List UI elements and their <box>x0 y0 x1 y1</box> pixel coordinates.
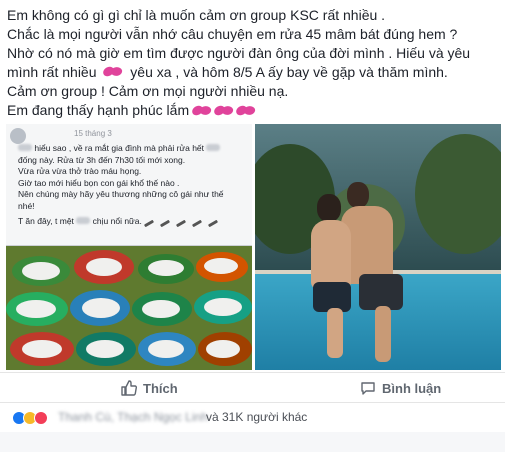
divider <box>0 402 505 403</box>
embedded-post-date: 15 tháng 3 <box>74 129 112 138</box>
kiss-emoji-icon <box>191 105 213 117</box>
like-button[interactable]: Thích <box>121 376 178 400</box>
blurred-word <box>206 144 221 151</box>
photo-couple-pool[interactable] <box>255 124 501 370</box>
embedded-line: hiểu sao , về ra mắt gia đình mà phải rử… <box>34 143 205 153</box>
blurred-name <box>18 144 32 151</box>
knife-icon <box>159 219 171 228</box>
knife-icon <box>175 219 187 228</box>
knife-emoji-row <box>48 219 248 232</box>
comment-label: Bình luận <box>382 380 442 396</box>
post-action-bar: Thích Bình luận <box>0 372 505 402</box>
reactions-summary[interactable]: Thanh Cù, Thạch Ngọc Linh và 31K người k… <box>0 402 505 452</box>
post-message: Em không có gì gì chỉ là muốn cảm ơn gro… <box>7 6 499 121</box>
reactions-background <box>0 432 505 452</box>
post-line: Cảm ơn group ! Cảm ơn mọi người nhiều nạ… <box>7 83 289 99</box>
dish-stack <box>86 340 124 358</box>
kiss-emoji-group <box>193 102 255 121</box>
avatar <box>10 128 26 144</box>
post-line: Em đang thấy hạnh phúc lắm <box>7 101 499 121</box>
post-line: Nhờ có nó mà giờ em tìm được người đàn ô… <box>7 45 471 61</box>
person-torso <box>311 220 351 290</box>
embedded-post-screenshot: 15 tháng 3 hiểu sao , về ra mắt gia đình… <box>6 124 252 246</box>
dish-stack <box>16 300 56 318</box>
dish-stack <box>22 262 60 280</box>
embedded-line: đống này. Rửa từ 3h đến 7h30 tối mới xon… <box>18 154 186 165</box>
photo-dishes[interactable]: 15 tháng 3 hiểu sao , về ra mắt gia đình… <box>6 124 252 370</box>
dish-stack <box>86 258 122 276</box>
dish-stack <box>204 298 242 316</box>
embedded-line: Giờ tao mới hiểu bọn con gái khổ thế nào… <box>18 177 180 188</box>
embedded-post-text: hiểu sao , về ra mắt gia đình mà phải rử… <box>18 143 248 228</box>
swim-shorts <box>359 274 403 310</box>
dish-basins-scene <box>6 246 252 370</box>
comment-icon <box>361 382 375 395</box>
dish-stack <box>206 340 240 358</box>
dish-stack <box>22 340 62 358</box>
thumbs-up-icon <box>121 380 137 396</box>
person-head <box>347 182 369 208</box>
embedded-line: nhé! <box>18 200 35 211</box>
knife-icon <box>207 219 219 228</box>
dish-stack <box>148 260 184 276</box>
embedded-line: Nên chúng mày hãy yêu thương những cô gá… <box>18 189 224 199</box>
person-leg <box>375 306 391 362</box>
love-icon <box>34 411 48 425</box>
kiss-emoji-icon <box>102 66 124 78</box>
post-line: Chắc là mọi người vẫn nhớ câu chuyện em … <box>7 26 458 42</box>
knife-icon <box>143 219 155 228</box>
person-leg <box>327 308 343 358</box>
kiss-emoji-icon <box>213 105 235 117</box>
reactor-names[interactable]: Thanh Cù, Thạch Ngọc Linh <box>58 410 208 424</box>
like-label: Thích <box>143 380 178 396</box>
post-line: mình rất nhiều yêu xa , và hôm 8/5 A ấy … <box>7 63 499 82</box>
dish-stack <box>142 300 180 318</box>
post-photos[interactable]: 15 tháng 3 hiểu sao , về ra mắt gia đình… <box>6 124 501 370</box>
dish-stack <box>204 258 238 274</box>
reaction-count[interactable]: và 31K người khác <box>206 410 307 424</box>
embedded-line: Vừa rửa vừa thở trào máu họng. <box>18 166 142 176</box>
knife-icon <box>191 219 203 228</box>
post-line-part: Em đang thấy hạnh phúc lắm <box>7 102 190 118</box>
dish-stack <box>148 340 184 358</box>
post-line-part: yêu xa , và hôm 8/5 A ấy bay về gặp và t… <box>130 64 448 80</box>
post-line: Em không có gì gì chỉ là muốn cảm ơn gro… <box>7 7 386 23</box>
post-line-part: mình rất nhiều <box>7 64 97 80</box>
reaction-icons[interactable] <box>12 411 48 425</box>
person-head <box>317 194 341 222</box>
dish-stack <box>82 298 120 318</box>
comment-button[interactable]: Bình luận <box>360 376 441 400</box>
kiss-emoji-icon <box>235 105 257 117</box>
